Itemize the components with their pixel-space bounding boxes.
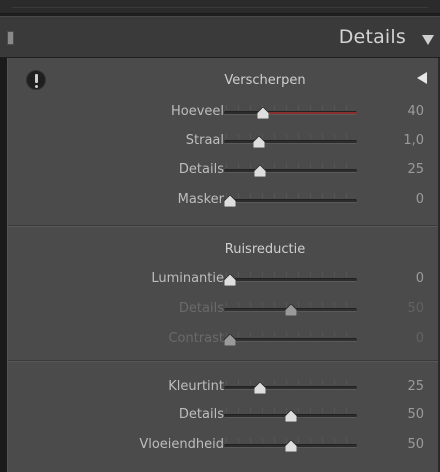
slider-knob[interactable] xyxy=(224,195,236,207)
noise-section-title: Ruisreductie xyxy=(224,242,306,257)
slider-value[interactable]: 50 xyxy=(378,301,434,316)
slider-knob[interactable] xyxy=(284,304,297,316)
slider-knob[interactable] xyxy=(284,440,297,452)
panel-toggle-icon[interactable] xyxy=(7,31,14,45)
slider-knob[interactable] xyxy=(284,410,297,422)
slider-red-track xyxy=(265,112,357,114)
slider-value[interactable]: 40 xyxy=(378,104,434,119)
slider-label: Kleurtint xyxy=(168,379,224,394)
slider-knob[interactable] xyxy=(224,274,236,286)
slider-label: Vloeiendheid xyxy=(139,437,224,452)
slider-label: Details xyxy=(178,407,224,422)
slider-knob[interactable] xyxy=(253,136,266,148)
slider-label: Contrast xyxy=(168,331,224,346)
sharpen-section-title: Verscherpen xyxy=(224,73,306,88)
slider-ticks xyxy=(226,380,356,385)
slider-row-hoeveel[interactable]: Hoeveel 40 xyxy=(8,102,438,124)
slider-label: Details xyxy=(178,301,224,316)
slider-row-details[interactable]: Details 50 xyxy=(8,405,438,427)
slider-value[interactable]: 0 xyxy=(378,331,434,346)
slider-label: Straal xyxy=(185,133,224,148)
slider-row-straal[interactable]: Straal 1,0 xyxy=(8,131,438,153)
slider-label: Luminantie xyxy=(151,271,224,286)
panel-title: Details xyxy=(338,26,406,48)
slider-knob[interactable] xyxy=(254,382,267,394)
panel-header[interactable]: Details xyxy=(0,16,440,58)
slider-ticks xyxy=(226,332,356,337)
slider-label: Details xyxy=(178,162,224,177)
slider-track[interactable] xyxy=(224,338,357,342)
slider-track[interactable] xyxy=(224,169,357,173)
slider-value[interactable]: 25 xyxy=(378,162,434,177)
slider-row-details[interactable]: Details 50 xyxy=(8,299,438,321)
slider-value[interactable]: 1,0 xyxy=(378,133,434,148)
slider-track[interactable] xyxy=(224,140,357,144)
slider-ticks xyxy=(226,193,356,198)
slider-knob[interactable] xyxy=(224,334,236,346)
divider-2 xyxy=(8,360,438,362)
slider-track[interactable] xyxy=(224,386,357,390)
slider-row-kleurtint[interactable]: Kleurtint 25 xyxy=(8,377,438,399)
slider-label: Hoeveel xyxy=(170,104,224,119)
top-strip-bar xyxy=(12,0,428,8)
slider-value[interactable]: 50 xyxy=(378,437,434,452)
slider-row-details[interactable]: Details 25 xyxy=(8,160,438,182)
slider-track[interactable] xyxy=(224,278,357,282)
slider-row-contrast[interactable]: Contrast 0 xyxy=(8,329,438,351)
slider-knob[interactable] xyxy=(256,107,269,119)
divider-1 xyxy=(8,225,438,227)
slider-ticks xyxy=(226,163,356,168)
slider-value[interactable]: 0 xyxy=(378,192,434,207)
slider-track[interactable] xyxy=(224,199,357,203)
slider-value[interactable]: 25 xyxy=(378,379,434,394)
slider-ticks xyxy=(226,272,356,277)
left-edge xyxy=(0,58,7,472)
slider-ticks xyxy=(226,105,356,110)
slider-row-masker[interactable]: Masker 0 xyxy=(8,190,438,212)
top-strip xyxy=(0,0,440,14)
slider-knob[interactable] xyxy=(254,165,267,177)
slider-value[interactable]: 0 xyxy=(378,271,434,286)
slider-label: Masker xyxy=(177,192,224,207)
slider-value[interactable]: 50 xyxy=(378,407,434,422)
slider-ticks xyxy=(226,134,356,139)
warning-icon[interactable] xyxy=(26,70,46,90)
slider-row-vloeiendheid[interactable]: Vloeiendheid 50 xyxy=(8,435,438,457)
collapse-triangle-icon[interactable] xyxy=(422,35,434,45)
slider-row-luminantie[interactable]: Luminantie 0 xyxy=(8,269,438,291)
section-collapse-icon[interactable] xyxy=(417,72,427,84)
